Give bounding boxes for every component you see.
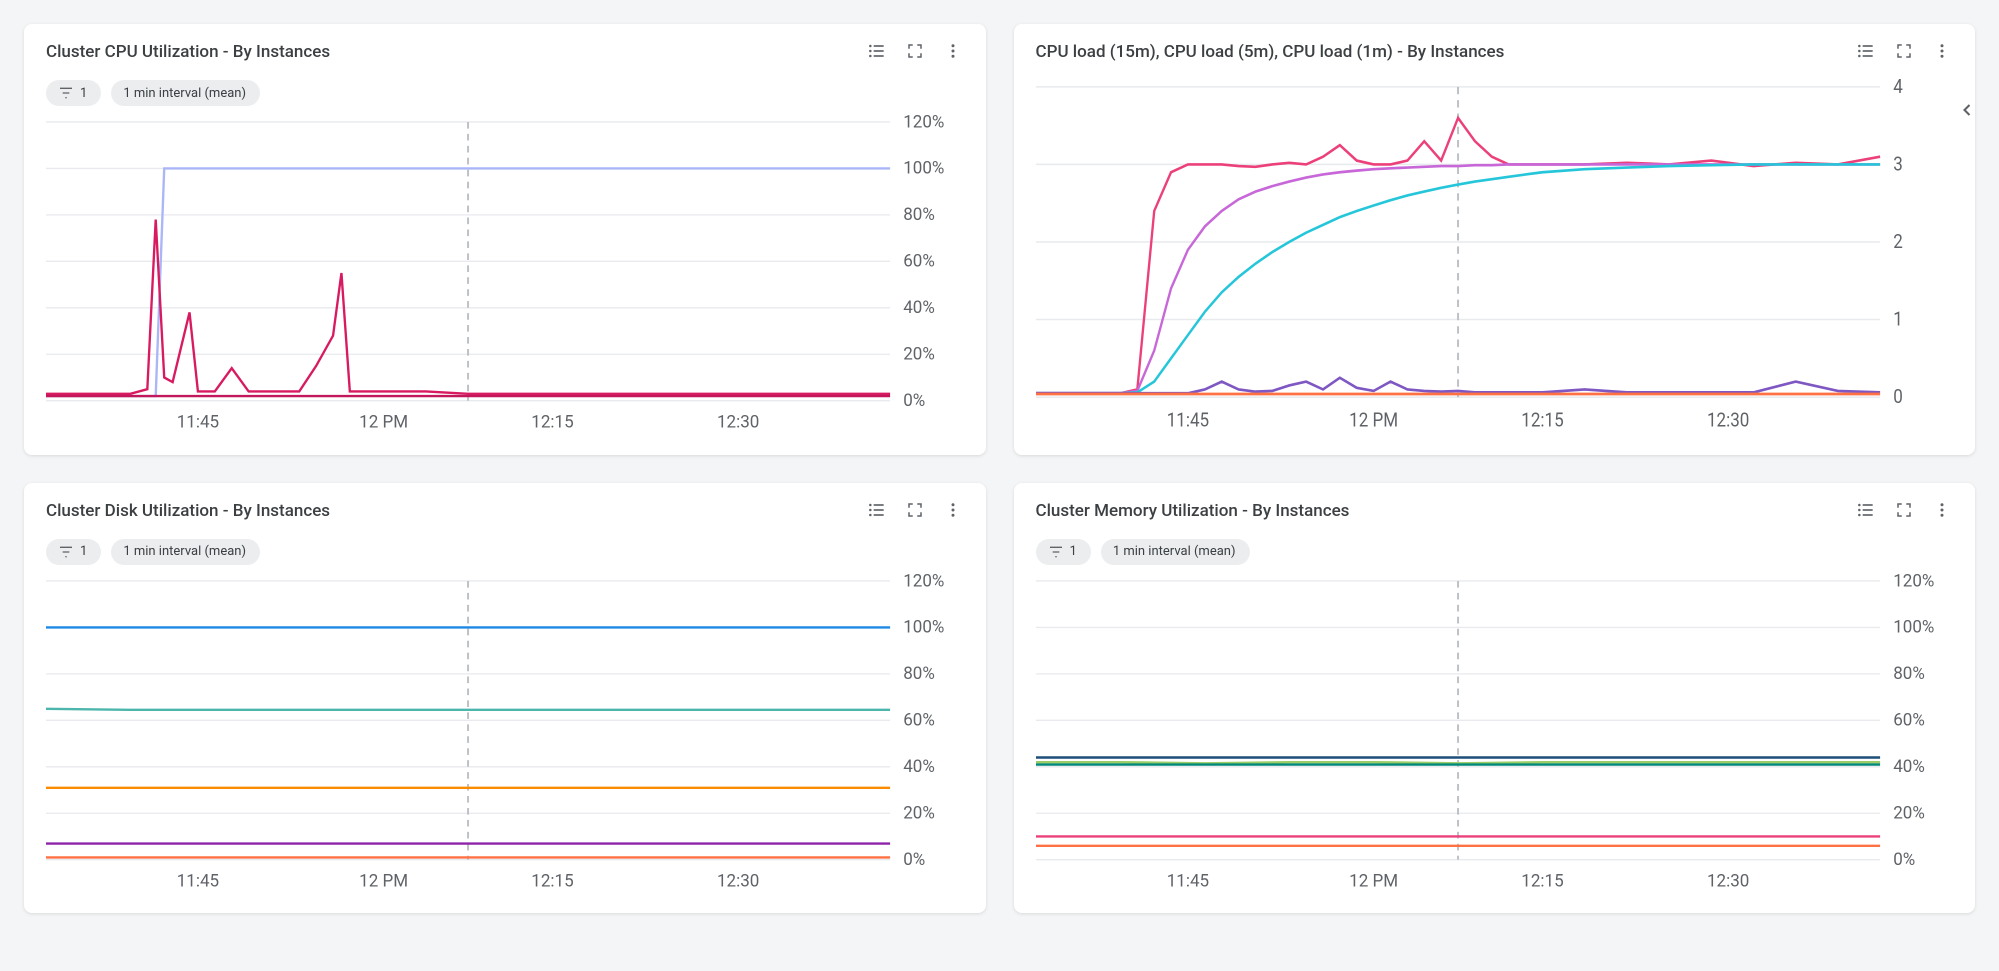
fullscreen-icon[interactable] xyxy=(1893,499,1915,521)
more-icon[interactable] xyxy=(1931,40,1953,62)
svg-text:60%: 60% xyxy=(903,710,935,730)
svg-text:0%: 0% xyxy=(1893,849,1915,869)
chart-plot-area[interactable]: 0% 20% 40% 60% 80% 100% 120% 11:45 12 PM 12:15 12:… xyxy=(1036,573,1954,892)
svg-text:60%: 60% xyxy=(1893,710,1925,730)
svg-text:40%: 40% xyxy=(903,757,935,777)
svg-text:4: 4 xyxy=(1893,78,1903,98)
svg-text:0%: 0% xyxy=(903,849,925,869)
filter-chip-count: 1 xyxy=(1070,544,1077,559)
filter-chip[interactable]: 1 xyxy=(1036,539,1091,565)
svg-text:12:15: 12:15 xyxy=(1521,410,1563,432)
svg-text:12:30: 12:30 xyxy=(1706,871,1748,891)
svg-text:11:45: 11:45 xyxy=(1166,871,1208,891)
svg-text:80%: 80% xyxy=(1893,664,1925,684)
interval-chip-label: 1 min interval (mean) xyxy=(1113,544,1236,559)
filter-chip-count: 1 xyxy=(80,86,87,101)
svg-text:100%: 100% xyxy=(1893,617,1934,637)
fullscreen-icon[interactable] xyxy=(904,499,926,521)
svg-text:12:15: 12:15 xyxy=(531,412,573,432)
svg-text:11:45: 11:45 xyxy=(1166,410,1208,432)
svg-text:0: 0 xyxy=(1893,386,1903,408)
svg-text:80%: 80% xyxy=(903,205,935,225)
svg-text:12:30: 12:30 xyxy=(1706,410,1748,432)
fullscreen-icon[interactable] xyxy=(1893,40,1915,62)
interval-chip[interactable]: 1 min interval (mean) xyxy=(111,80,260,106)
svg-text:20%: 20% xyxy=(1893,803,1925,823)
svg-text:40%: 40% xyxy=(903,298,935,318)
filter-chip[interactable]: 1 xyxy=(46,80,101,106)
svg-text:100%: 100% xyxy=(903,617,944,637)
svg-text:12:30: 12:30 xyxy=(717,412,759,432)
chart-title: Cluster Disk Utilization - By Instances xyxy=(46,501,330,521)
svg-text:12 PM: 12 PM xyxy=(1349,410,1398,432)
svg-text:20%: 20% xyxy=(903,803,935,823)
svg-text:12 PM: 12 PM xyxy=(359,412,408,432)
filter-chip-count: 1 xyxy=(80,544,87,559)
svg-text:60%: 60% xyxy=(903,252,935,272)
svg-text:12 PM: 12 PM xyxy=(1349,871,1398,891)
interval-chip-label: 1 min interval (mean) xyxy=(123,544,246,559)
filter-chip[interactable]: 1 xyxy=(46,539,101,565)
svg-text:120%: 120% xyxy=(1893,573,1934,591)
legend-icon[interactable] xyxy=(1855,40,1877,62)
svg-text:80%: 80% xyxy=(903,664,935,684)
expand-handle[interactable] xyxy=(1957,100,1977,124)
chart-title: Cluster Memory Utilization - By Instance… xyxy=(1036,501,1350,521)
svg-text:2: 2 xyxy=(1893,231,1903,253)
legend-icon[interactable] xyxy=(1855,499,1877,521)
svg-text:12:15: 12:15 xyxy=(531,871,573,891)
more-icon[interactable] xyxy=(942,40,964,62)
interval-chip[interactable]: 1 min interval (mean) xyxy=(111,539,260,565)
interval-chip-label: 1 min interval (mean) xyxy=(123,86,246,101)
svg-text:120%: 120% xyxy=(903,573,944,591)
more-icon[interactable] xyxy=(942,499,964,521)
svg-text:100%: 100% xyxy=(903,159,944,179)
svg-text:20%: 20% xyxy=(903,344,935,364)
svg-text:120%: 120% xyxy=(903,114,944,132)
chart-plot-area[interactable]: 0% 20% 40% 60% 80% 100% 120% 11:45 12 PM 12:15 12:… xyxy=(46,114,964,433)
chart-plot-area[interactable]: 0% 20% 40% 60% 80% 100% 120% 11:45 12 PM 12:15 12:… xyxy=(46,573,964,892)
svg-text:1: 1 xyxy=(1893,309,1903,331)
svg-text:12 PM: 12 PM xyxy=(359,871,408,891)
chart-title: Cluster CPU Utilization - By Instances xyxy=(46,42,330,62)
svg-text:11:45: 11:45 xyxy=(177,412,219,432)
legend-icon[interactable] xyxy=(866,40,888,62)
svg-text:12:15: 12:15 xyxy=(1521,871,1563,891)
chart-card-mem-util: Cluster Memory Utilization - By Instance… xyxy=(1014,483,1976,914)
svg-text:0%: 0% xyxy=(903,391,925,411)
legend-icon[interactable] xyxy=(866,499,888,521)
chart-card-disk-util: Cluster Disk Utilization - By Instances … xyxy=(24,483,986,914)
chart-title: CPU load (15m), CPU load (5m), CPU load … xyxy=(1036,42,1505,62)
fullscreen-icon[interactable] xyxy=(904,40,926,62)
chart-card-cpu-load: CPU load (15m), CPU load (5m), CPU load … xyxy=(1014,24,1976,455)
chart-plot-area[interactable]: 0 1 2 3 4 11:45 12 PM 12:15 12:30 xyxy=(1036,78,1954,433)
svg-text:3: 3 xyxy=(1893,153,1903,175)
svg-text:40%: 40% xyxy=(1893,757,1925,777)
svg-text:11:45: 11:45 xyxy=(177,871,219,891)
interval-chip[interactable]: 1 min interval (mean) xyxy=(1101,539,1250,565)
chart-card-cpu-util: Cluster CPU Utilization - By Instances 1… xyxy=(24,24,986,455)
svg-text:12:30: 12:30 xyxy=(717,871,759,891)
more-icon[interactable] xyxy=(1931,499,1953,521)
